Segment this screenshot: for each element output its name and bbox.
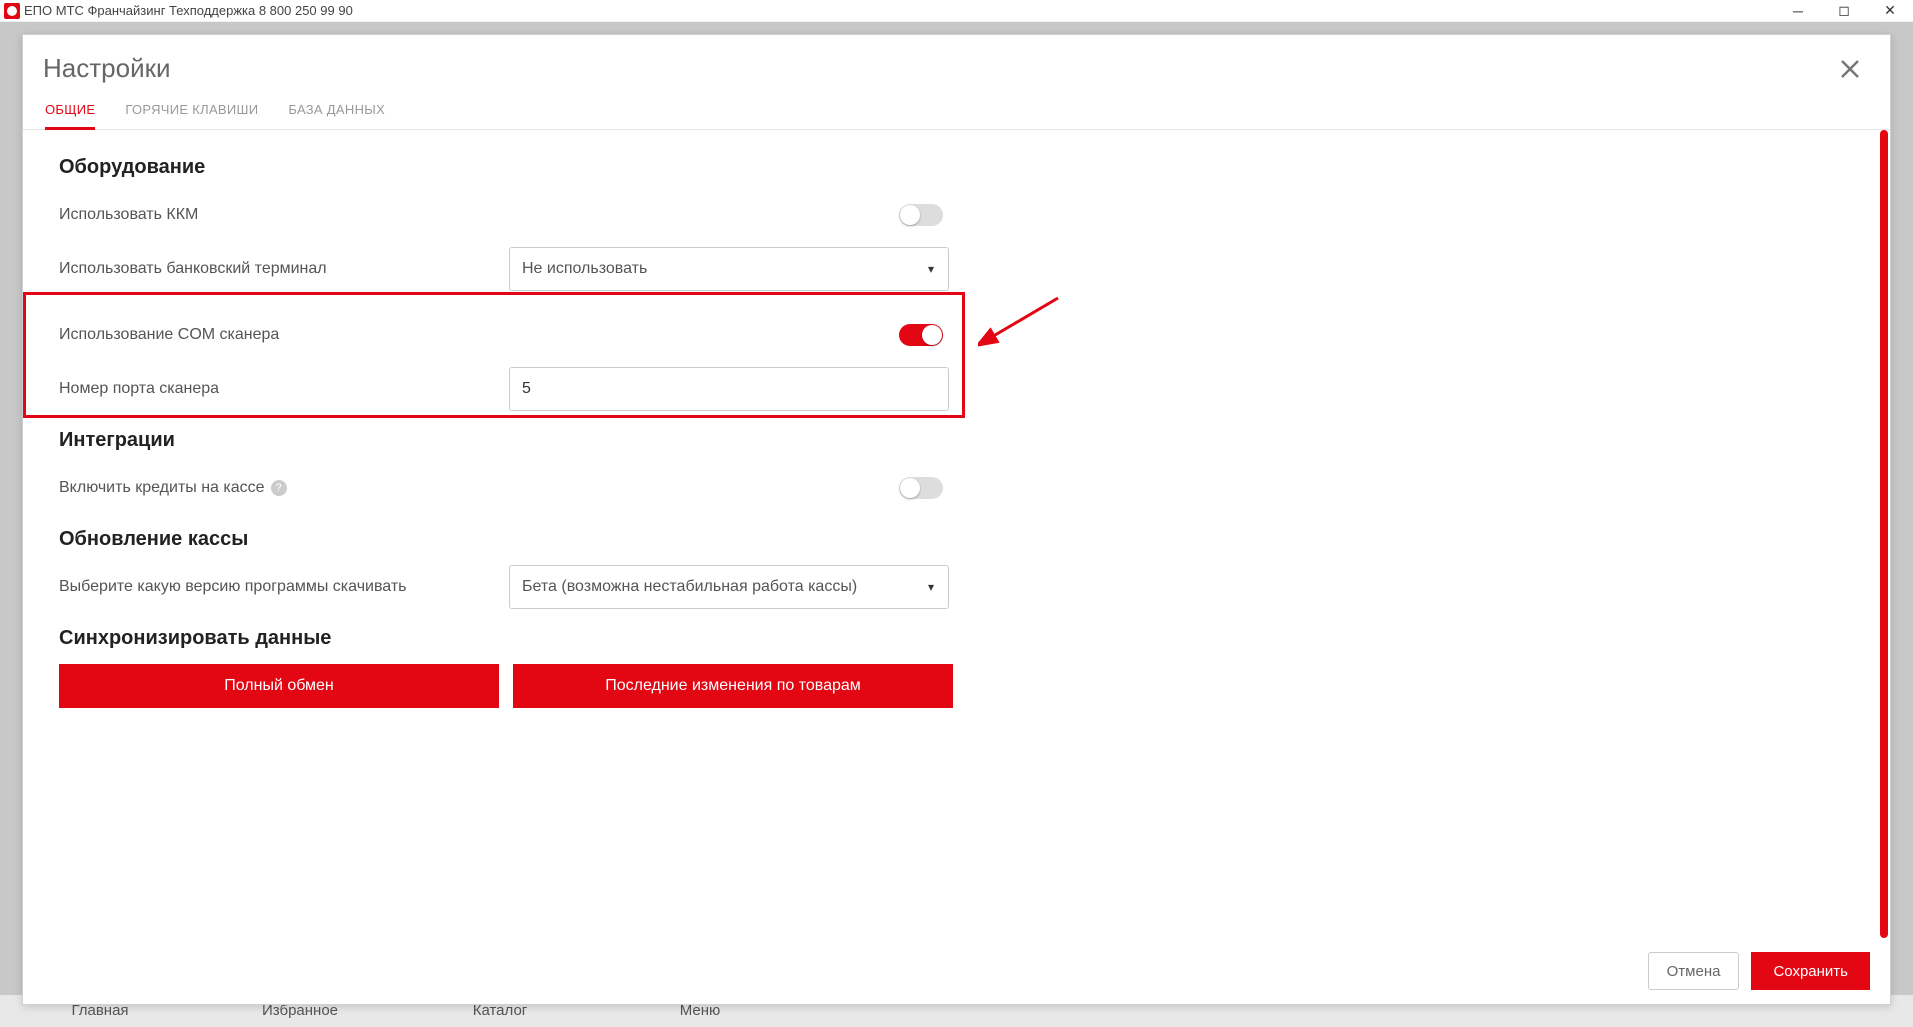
row-use-terminal: Использовать банковский терминал Не испо…	[59, 247, 1854, 291]
row-enable-credits: Включить кредиты на кассе ?	[59, 466, 1854, 510]
save-button[interactable]: Сохранить	[1751, 952, 1870, 990]
label-scanner-port: Номер порта сканера	[59, 380, 509, 398]
btn-full-exchange[interactable]: Полный обмен	[59, 664, 499, 708]
maximize-button[interactable]: ◻	[1821, 0, 1867, 22]
select-terminal[interactable]: Не использовать	[509, 247, 949, 291]
label-enable-credits-text: Включить кредиты на кассе	[59, 479, 265, 497]
input-scanner-port[interactable]	[509, 367, 949, 411]
toggle-use-kkm[interactable]	[899, 204, 943, 226]
modal-content: Оборудование Использовать ККМ Использова…	[23, 130, 1890, 938]
cancel-button[interactable]: Отмена	[1648, 952, 1740, 990]
label-com-scanner: Использование COM сканера	[59, 326, 509, 344]
window-controls: ─ ◻ ✕	[1775, 0, 1913, 22]
tab-hotkeys[interactable]: ГОРЯЧИЕ КЛАВИШИ	[125, 102, 258, 129]
label-use-terminal: Использовать банковский терминал	[59, 260, 509, 278]
tab-general[interactable]: ОБЩИЕ	[45, 102, 95, 130]
tabs: ОБЩИЕ ГОРЯЧИЕ КЛАВИШИ БАЗА ДАННЫХ	[23, 84, 1890, 130]
select-version-value: Бета (возможна нестабильная работа кассы…	[522, 578, 857, 596]
window-titlebar: ЕПО МТС Франчайзинг Техподдержка 8 800 2…	[0, 0, 1913, 22]
label-enable-credits: Включить кредиты на кассе ?	[59, 479, 509, 497]
row-com-scanner: Использование COM сканера	[59, 313, 1854, 357]
modal-title: Настройки	[43, 53, 171, 84]
minimize-button[interactable]: ─	[1775, 0, 1821, 22]
section-equipment-title: Оборудование	[59, 156, 1854, 179]
select-version[interactable]: Бета (возможна нестабильная работа кассы…	[509, 565, 949, 609]
section-update-title: Обновление кассы	[59, 528, 1854, 551]
sync-buttons: Полный обмен Последние изменения по това…	[59, 664, 1854, 708]
row-use-kkm: Использовать ККМ	[59, 193, 1854, 237]
window-title: ЕПО МТС Франчайзинг Техподдержка 8 800 2…	[24, 3, 353, 18]
section-integrations-title: Интеграции	[59, 429, 1854, 452]
tab-database[interactable]: БАЗА ДАННЫХ	[288, 102, 385, 129]
row-version: Выберите какую версию программы скачиват…	[59, 565, 1854, 609]
close-window-button[interactable]: ✕	[1867, 0, 1913, 22]
scrollbar-thumb[interactable]	[1880, 130, 1888, 938]
modal-footer: Отмена Сохранить	[23, 938, 1890, 1004]
section-sync-title: Синхронизировать данные	[59, 627, 1854, 650]
btn-last-changes[interactable]: Последние изменения по товарам	[513, 664, 953, 708]
close-icon	[1838, 57, 1862, 81]
modal-header: Настройки	[23, 35, 1890, 84]
close-modal-button[interactable]	[1836, 55, 1864, 83]
row-scanner-port: Номер порта сканера	[59, 367, 1854, 411]
scrollbar[interactable]	[1880, 130, 1888, 938]
settings-modal: Настройки ОБЩИЕ ГОРЯЧИЕ КЛАВИШИ БАЗА ДАН…	[22, 34, 1891, 1005]
toggle-enable-credits[interactable]	[899, 477, 943, 499]
label-use-kkm: Использовать ККМ	[59, 206, 509, 224]
label-version: Выберите какую версию программы скачиват…	[59, 578, 509, 596]
app-icon	[4, 3, 20, 19]
select-terminal-value: Не использовать	[522, 260, 647, 278]
toggle-com-scanner[interactable]	[899, 324, 943, 346]
help-icon[interactable]: ?	[271, 480, 287, 496]
